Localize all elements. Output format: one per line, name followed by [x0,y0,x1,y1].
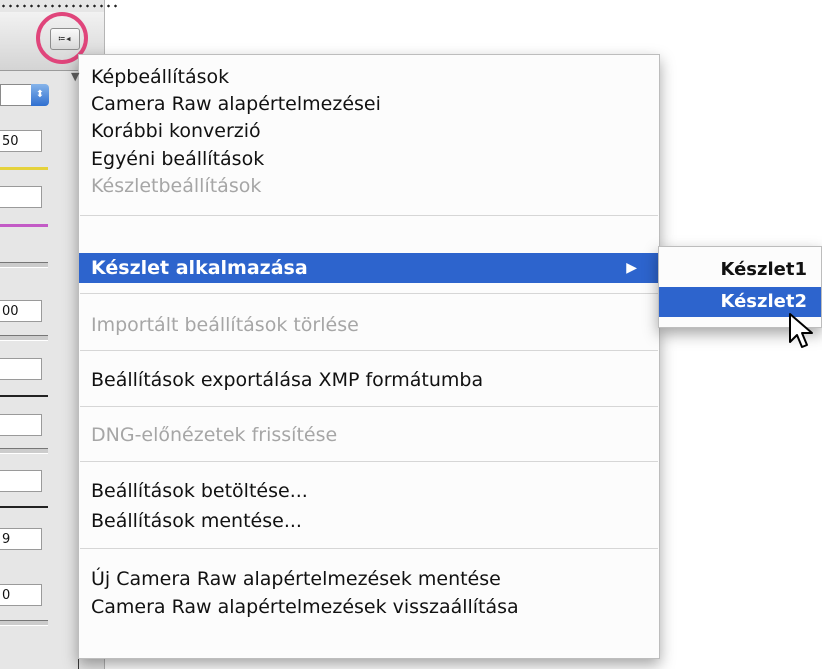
panel-value-field[interactable] [0,186,42,208]
menu-separator [80,215,658,216]
slider-groove [0,620,48,626]
submenu-item-label: Készlet1 [720,259,807,280]
menu-separator [80,406,658,407]
menu-item-reset-defaults[interactable]: Camera Raw alapértelmezések visszaállítá… [79,593,659,621]
menu-item-label: Egyéni beállítások [91,148,265,170]
menu-item-label: Új Camera Raw alapértelmezések mentése [91,568,501,590]
menu-item-preset-settings: Készletbeállítások [79,172,659,200]
menu-item-label: Beállítások betöltése... [91,480,308,502]
menu-item-save-new-defaults[interactable]: Új Camera Raw alapértelmezések mentése [79,565,659,593]
submenu-arrow-icon: ▶ [626,260,637,276]
panel-value-field[interactable]: 0 [0,584,42,606]
menu-item-label: Beállítások mentése... [91,510,302,532]
menu-separator [80,350,658,351]
slider-groove [0,262,48,268]
menu-item-label: Korábbi konverzió [91,120,261,142]
submenu-item-label: Készlet2 [720,291,807,312]
menu-item-label: DNG-előnézetek frissítése [91,424,338,446]
menu-separator [80,548,658,549]
yellow-slider-track [0,167,48,170]
menu-item-label: Beállítások exportálása XMP formátumba [91,369,484,391]
menu-separator [80,293,658,294]
slider-track [0,395,48,397]
menu-separator [80,461,658,462]
menu-item-custom-settings[interactable]: Egyéni beállítások [79,145,659,173]
panel-value-field[interactable] [0,358,42,380]
mouse-pointer-icon [789,313,813,348]
slider-groove [0,448,48,454]
panel-dropdown[interactable]: ⬍ [0,84,49,106]
menu-item-apply-preset[interactable]: Készlet alkalmazása ▶ [79,253,659,283]
menu-item-label: Camera Raw alapértelmezései [91,93,381,115]
dotted-border [0,4,120,8]
panel-value-field[interactable] [0,414,42,436]
menu-item-update-dng-previews: DNG-előnézetek frissítése [79,421,659,449]
panel-value-field[interactable]: 50 [0,130,42,152]
panel-value-field[interactable]: 00 [0,300,42,322]
menu-item-label: Készlet alkalmazása [91,257,308,279]
menu-item-previous-conversion[interactable]: Korábbi konverzió [79,117,659,145]
menu-item-export-xmp[interactable]: Beállítások exportálása XMP formátumba [79,366,659,394]
purple-slider-track [0,224,48,227]
panel-value-field[interactable] [0,470,42,492]
slider-groove [0,335,48,341]
menu-item-label: Készletbeállítások [91,175,262,197]
menu-item-load-settings[interactable]: Beállítások betöltése... [79,477,659,505]
menu-item-image-settings[interactable]: ▼ Képbeállítások [71,63,659,91]
menu-item-label: Importált beállítások törlése [91,314,359,336]
settings-popup-menu: ▼ Képbeállítások Camera Raw alapértelmez… [71,54,660,659]
menu-item-label: Képbeállítások [91,66,230,88]
menu-item-clear-imported-settings: Importált beállítások törlése [79,311,659,339]
submenu-item-preset1[interactable]: Készlet1 [659,255,821,285]
menu-item-label: Camera Raw alapértelmezések visszaállítá… [91,596,519,618]
menu-item-save-settings[interactable]: Beállítások mentése... [79,507,659,535]
slider-track [0,506,48,508]
menu-item-camera-raw-defaults[interactable]: Camera Raw alapértelmezései [79,90,659,118]
dropdown-arrow-icon[interactable]: ⬍ [31,84,49,106]
checkmark-icon: ▼ [71,70,80,83]
panel-value-field[interactable]: 9 [0,528,42,550]
